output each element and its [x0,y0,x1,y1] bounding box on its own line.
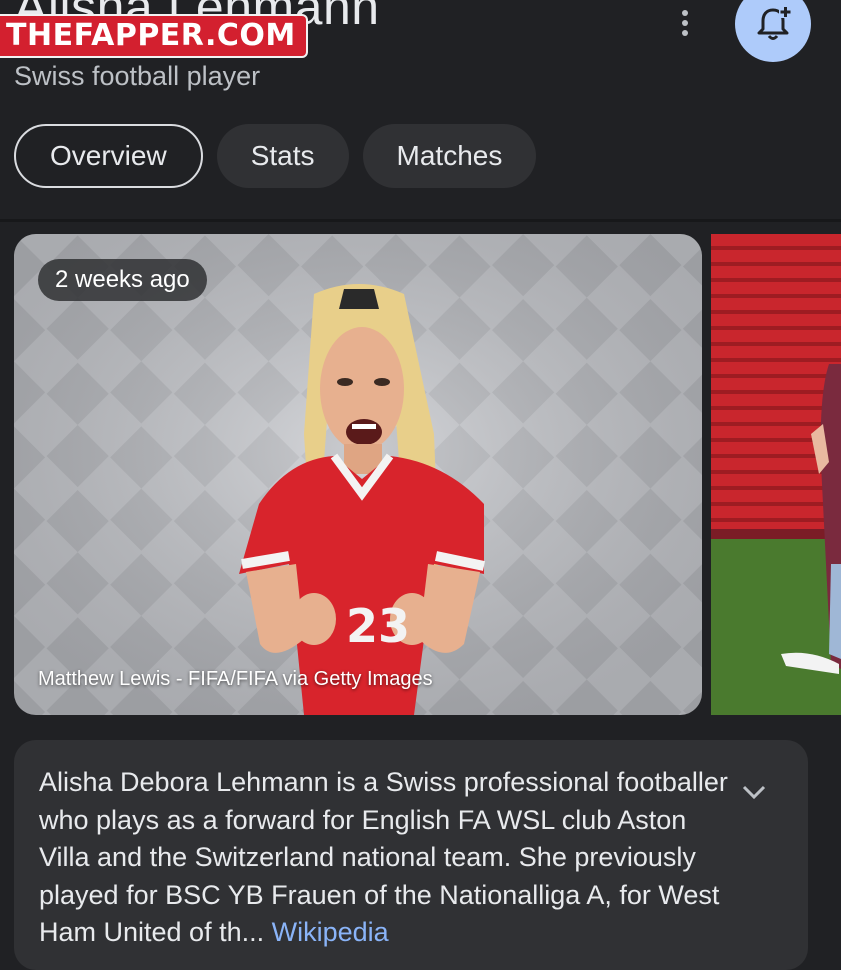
tab-bar: Overview Stats Matches [14,124,537,188]
watermark-overlay: THEFAPPER.COM [0,14,308,58]
time-chip: 2 weeks ago [38,259,207,301]
tab-stats[interactable]: Stats [216,124,349,188]
photo-credit: Matthew Lewis - FIFA/FIFA via Getty Imag… [38,668,433,690]
add-notification-bell-icon [757,5,792,40]
entity-description: Alisha Debora Lehmann is a Swiss profess… [39,764,739,952]
description-ellipsis: ... [241,917,265,947]
knowledge-panel-header: Alisha Lehmann THEFAPPER.COM Swiss footb… [0,0,841,220]
tab-overview[interactable]: Overview [14,124,203,188]
jersey-number: 23 [346,599,410,653]
match-photo [711,234,841,715]
follow-button[interactable] [735,0,811,62]
chevron-down-icon[interactable] [740,778,768,806]
entity-subtitle: Swiss football player [14,61,261,91]
header-divider [0,219,841,222]
more-vert-icon[interactable] [668,6,702,40]
tab-matches[interactable]: Matches [362,124,537,188]
player-photo: 23 [14,234,702,715]
wikipedia-link[interactable]: Wikipedia [272,917,389,947]
description-card[interactable]: Alisha Debora Lehmann is a Swiss profess… [14,740,808,970]
next-photo-card[interactable] [711,234,841,715]
photo-card[interactable]: 23 2 weeks ago Matthew Lewis - FIFA/FIFA… [14,234,702,715]
